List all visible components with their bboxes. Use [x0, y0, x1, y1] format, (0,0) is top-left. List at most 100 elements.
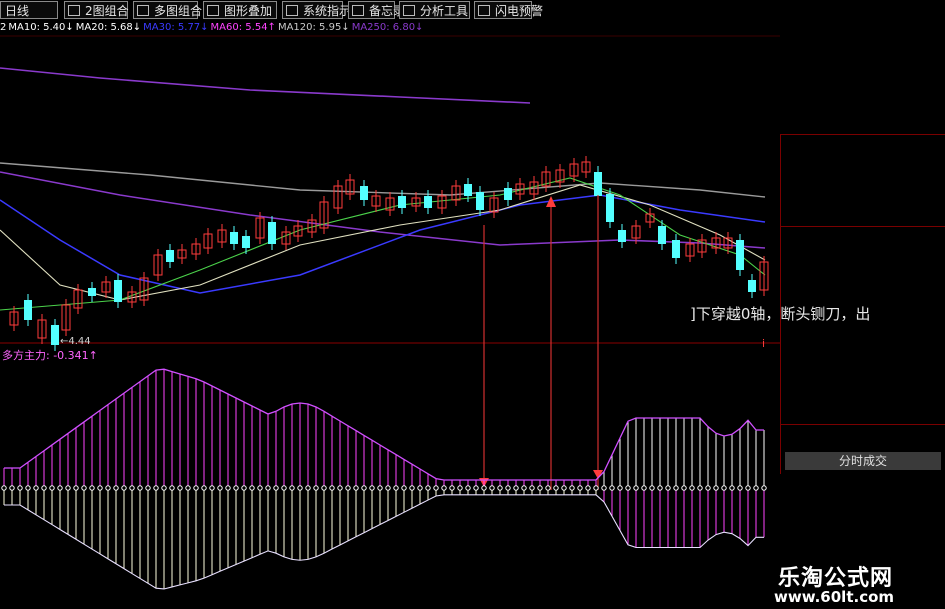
osc-zero-dot	[185, 485, 191, 491]
osc-zero-dot	[241, 485, 247, 491]
toolbar-button-1[interactable]: 2图组合	[64, 1, 129, 19]
osc-zero-dot	[761, 485, 767, 491]
toolbar-button-label: 日线	[5, 4, 30, 18]
osc-zero-dot	[385, 485, 391, 491]
osc-zero-dot	[625, 485, 631, 491]
candle-down	[24, 300, 32, 320]
candle-down	[360, 186, 368, 200]
candle-down	[504, 188, 512, 200]
panel-divider	[781, 424, 945, 425]
osc-zero-dot	[137, 485, 143, 491]
osc-zero-dot	[161, 485, 167, 491]
grid-icon	[68, 5, 80, 16]
osc-zero-dot	[609, 485, 615, 491]
stat-row	[781, 268, 945, 286]
indicator-name-label: 多方主力: -0.341↑	[2, 347, 98, 363]
candle-down	[594, 172, 602, 196]
stat-row	[781, 388, 945, 406]
osc-zero-dot	[481, 485, 487, 491]
order-book-row	[781, 142, 945, 160]
osc-zero-dot	[657, 485, 663, 491]
stat-row	[781, 308, 945, 326]
candle-down	[464, 184, 472, 196]
osc-zero-dot	[353, 485, 359, 491]
toolbar-button-label: 系统指示	[303, 4, 352, 18]
osc-zero-dot	[113, 485, 119, 491]
osc-zero-dot	[457, 485, 463, 491]
stat-row	[781, 248, 945, 266]
toolbar-button-label: 多图组合	[154, 4, 203, 18]
candle-down	[114, 280, 122, 302]
tool-icon	[403, 5, 415, 16]
memo-icon	[352, 5, 364, 16]
osc-zero-dot	[201, 485, 207, 491]
osc-zero-dot	[25, 485, 31, 491]
osc-zero-dot	[377, 485, 383, 491]
osc-lower-envelope	[4, 494, 764, 590]
osc-zero-dot	[401, 485, 407, 491]
osc-zero-dot	[665, 485, 671, 491]
osc-zero-dot	[225, 485, 231, 491]
order-book-row	[781, 162, 945, 180]
osc-zero-dot	[753, 485, 759, 491]
osc-zero-dot	[193, 485, 199, 491]
candle-down	[658, 226, 666, 244]
osc-zero-dot	[617, 485, 623, 491]
toolbar-button-4[interactable]: 系统指示	[282, 1, 351, 19]
panel-divider	[781, 134, 945, 135]
toolbar-button-5[interactable]: 备忘录	[348, 1, 405, 19]
candle-down	[476, 192, 484, 210]
osc-zero-dot	[129, 485, 135, 491]
osc-zero-dot	[601, 485, 607, 491]
osc-zero-dot	[585, 485, 591, 491]
osc-zero-dot	[345, 485, 351, 491]
toolbar-button-label: 闪电预警	[495, 4, 544, 18]
osc-zero-dot	[257, 485, 263, 491]
toolbar-button-3[interactable]: 图形叠加	[203, 1, 277, 19]
toolbar-button-7[interactable]: 闪电预警	[474, 1, 543, 19]
osc-zero-dot	[489, 485, 495, 491]
ma120-line	[0, 162, 766, 198]
osc-zero-dot	[361, 485, 367, 491]
osc-zero-dot	[73, 485, 79, 491]
system-icon	[286, 5, 298, 16]
ticks-header[interactable]: 分时成交	[785, 452, 941, 470]
osc-zero-dot	[329, 485, 335, 491]
osc-zero-dot	[41, 485, 47, 491]
osc-zero-dot	[409, 485, 415, 491]
osc-zero-dot	[497, 485, 503, 491]
osc-zero-dot	[369, 485, 375, 491]
candle-down	[398, 196, 406, 208]
panel-divider	[781, 226, 945, 227]
osc-zero-dot	[393, 485, 399, 491]
toolbar-button-2[interactable]: 多图组合	[133, 1, 202, 19]
osc-zero-dot	[233, 485, 239, 491]
indicator-label-text: 多方主力: -0.341↑	[2, 349, 98, 362]
osc-zero-dot	[465, 485, 471, 491]
toolbar-button-6[interactable]: 分析工具	[399, 1, 470, 19]
candle-down	[618, 230, 626, 242]
candle-down	[166, 250, 174, 262]
candle-down	[606, 194, 614, 222]
osc-zero-dot	[17, 485, 23, 491]
osc-zero-dot	[729, 485, 735, 491]
osc-zero-dot	[545, 485, 551, 491]
osc-zero-dot	[97, 485, 103, 491]
osc-zero-dot	[681, 485, 687, 491]
candle-down	[88, 288, 96, 296]
osc-zero-dot	[705, 485, 711, 491]
toolbar-button-0[interactable]: 日线	[0, 1, 58, 19]
ma-legend-item: MA60: 5.54↑	[210, 22, 276, 33]
osc-zero-dot	[593, 485, 599, 491]
ma250-line	[0, 67, 531, 104]
candle-down	[736, 240, 744, 270]
grid-icon	[137, 5, 149, 16]
osc-zero-dot	[65, 485, 71, 491]
osc-zero-dot	[553, 485, 559, 491]
osc-zero-dot	[33, 485, 39, 491]
osc-zero-dot	[265, 485, 271, 491]
stat-row	[781, 428, 945, 446]
candle-down	[748, 280, 756, 292]
tick-row	[781, 476, 945, 494]
osc-zero-dot	[433, 485, 439, 491]
